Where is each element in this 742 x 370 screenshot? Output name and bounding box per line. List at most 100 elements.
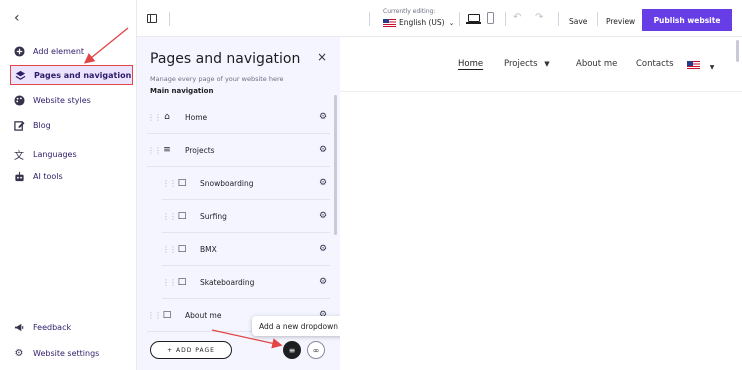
language-switcher[interactable]: ▼ [687,61,714,72]
drag-handle-icon[interactable]: ⋮⋮ [162,245,177,254]
sidebar-item-feedback[interactable]: Feedback [12,317,71,337]
edit-icon [12,118,26,132]
redo-icon[interactable]: ↷ [535,12,543,23]
sidebar-item-add-element[interactable]: Add element [12,41,84,61]
sidebar-item-label: Website settings [33,348,100,358]
drag-handle-icon[interactable]: ⋮⋮ [162,212,177,221]
nav-link-projects[interactable]: Projects ▼ [504,59,550,69]
mobile-view-icon[interactable] [487,12,494,24]
us-flag-icon [383,18,396,27]
palette-icon [12,93,26,107]
sidebar-item-ai-tools[interactable]: AI tools [12,166,63,186]
sidebar-item-label: Feedback [33,322,72,332]
panel-scrollbar[interactable] [334,95,337,235]
divider [505,12,506,26]
divider [558,12,559,26]
panel-title: Pages and navigation [150,51,301,67]
nav-link-about-me[interactable]: About me [576,59,617,69]
sidebar-item-website-settings[interactable]: ⚙ Website settings [12,343,100,363]
page-row-surfing[interactable]: ⋮⋮ □ Surfing ⚙ [162,200,330,233]
page-icon: □ [177,244,187,254]
page-row-bmx[interactable]: ⋮⋮ □ BMX ⚙ [162,233,330,266]
megaphone-icon [12,320,26,334]
publish-website-button[interactable]: Publish website [642,9,732,31]
sidebar-item-label: Add element [33,46,85,56]
gear-icon[interactable]: ⚙ [316,112,330,122]
drag-handle-icon[interactable]: ⋮⋮ [147,146,162,155]
drag-handle-icon[interactable]: ⋮⋮ [162,179,177,188]
caret-down-icon: ▼ [544,60,550,68]
page-label: Projects [185,145,215,155]
page-row-snowboarding[interactable]: ⋮⋮ □ Snowboarding ⚙ [162,167,330,200]
page-label: Surfing [200,211,227,221]
desktop-view-icon[interactable] [466,14,481,24]
panel-subtitle: Manage every page of your website here [150,75,284,83]
language-select[interactable]: English (US) ⌄ [383,18,454,27]
gear-icon[interactable]: ⚙ [316,277,330,287]
preview-scrollbar[interactable] [736,40,739,62]
divider [597,12,598,26]
tooltip: Add a new dropdown [252,316,346,336]
editor-toolbar: Currently editing: English (US) ⌄ ↶ ↷ Sa… [137,0,742,37]
robot-icon [12,169,26,183]
page-label: BMX [200,244,217,254]
gear-icon[interactable]: ⚙ [316,178,330,188]
gear-icon: ⚙ [14,347,24,359]
layout-panel-icon[interactable] [147,14,157,23]
gear-icon[interactable]: ⚙ [316,145,330,155]
sidebar-item-label: Website styles [33,95,91,105]
divider [459,12,460,26]
main-navigation-heading: Main navigation [150,87,214,95]
close-icon[interactable]: × [317,50,327,64]
home-icon: ⌂ [164,112,170,122]
page-icon: □ [162,310,172,320]
page-icon: □ [177,211,187,221]
chevron-left-icon[interactable]: ‹ [14,10,20,26]
add-link-button[interactable]: ∞ [307,341,325,359]
editing-label: Currently editing: [383,8,436,15]
language-value: English (US) [399,18,445,27]
nav-link-label: Projects [504,59,538,69]
divider [169,12,170,26]
translate-icon: 文 [14,150,24,162]
link-icon: ∞ [312,345,320,355]
sidebar-item-blog[interactable]: Blog [12,115,51,135]
site-navigation: Home Projects ▼ About me Contacts ▼ [340,37,742,92]
divider [369,12,370,26]
undo-icon[interactable]: ↶ [513,12,521,23]
caret-down-icon: ▼ [709,64,715,71]
dropdown-list-icon: ≡ [163,145,171,155]
gear-icon[interactable]: ⚙ [316,211,330,221]
page-row-projects[interactable]: ⋮⋮ ≡ Projects ⚙ [147,134,330,167]
page-label: Skateboarding [200,277,255,287]
page-label: Snowboarding [200,178,254,188]
sidebar-item-label: Blog [33,120,51,130]
gear-icon[interactable]: ⚙ [316,244,330,254]
preview-button[interactable]: Preview [606,17,635,26]
page-row-home[interactable]: ⋮⋮ ⌂ Home ⚙ [147,101,330,134]
page-icon: □ [177,277,187,287]
drag-handle-icon[interactable]: ⋮⋮ [147,113,162,122]
sidebar-item-website-styles[interactable]: Website styles [12,90,91,110]
nav-link-contacts[interactable]: Contacts [636,59,674,69]
drag-handle-icon[interactable]: ⋮⋮ [147,311,162,320]
page-row-skateboarding[interactable]: ⋮⋮ □ Skateboarding ⚙ [162,266,330,299]
add-dropdown-icon: ≡ [288,345,296,355]
add-dropdown-button[interactable]: ≡ [283,341,301,359]
nav-link-home[interactable]: Home [458,59,483,69]
page-label: Home [185,112,208,122]
plus-circle-icon [12,44,26,58]
chevron-down-icon: ⌄ [448,18,455,27]
save-button[interactable]: Save [569,17,587,26]
add-page-button[interactable]: + ADD PAGE [150,341,232,359]
drag-handle-icon[interactable]: ⋮⋮ [162,278,177,287]
us-flag-icon [687,61,700,69]
layers-icon [13,68,27,82]
sidebar-item-label: AI tools [33,171,63,181]
sidebar-item-label: Languages [33,149,77,159]
sidebar-item-pages-and-navigation[interactable]: Pages and navigation [10,65,133,85]
editor-sidebar: ‹ Add element Pages and navigation Websi… [0,0,137,370]
sidebar-item-languages[interactable]: 文 Languages [12,144,77,164]
page-icon: □ [177,178,187,188]
sidebar-item-label: Pages and navigation [34,70,132,80]
